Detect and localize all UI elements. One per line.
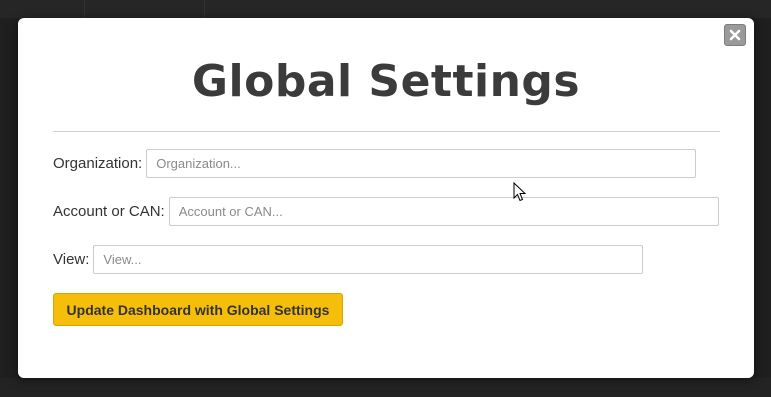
account-label: Account or CAN: bbox=[53, 203, 165, 220]
background-cell bbox=[0, 0, 85, 18]
close-icon bbox=[729, 29, 741, 41]
close-button[interactable] bbox=[724, 24, 746, 46]
background-page-row bbox=[0, 378, 771, 397]
account-row: Account or CAN: bbox=[53, 197, 719, 226]
view-input[interactable] bbox=[93, 245, 644, 274]
background-cell bbox=[85, 0, 205, 18]
view-label: View: bbox=[53, 251, 90, 268]
modal-title: Global Settings bbox=[191, 56, 581, 107]
account-input[interactable] bbox=[168, 197, 719, 226]
background-page-header bbox=[0, 0, 771, 18]
view-row: View: bbox=[53, 245, 644, 274]
organization-input[interactable] bbox=[146, 149, 697, 178]
organization-label: Organization: bbox=[53, 155, 143, 172]
organization-row: Organization: bbox=[53, 149, 697, 178]
title-divider bbox=[53, 131, 720, 132]
global-settings-modal: Global Settings Organization: Account or… bbox=[18, 18, 754, 378]
update-dashboard-button[interactable]: Update Dashboard with Global Settings bbox=[53, 293, 343, 326]
